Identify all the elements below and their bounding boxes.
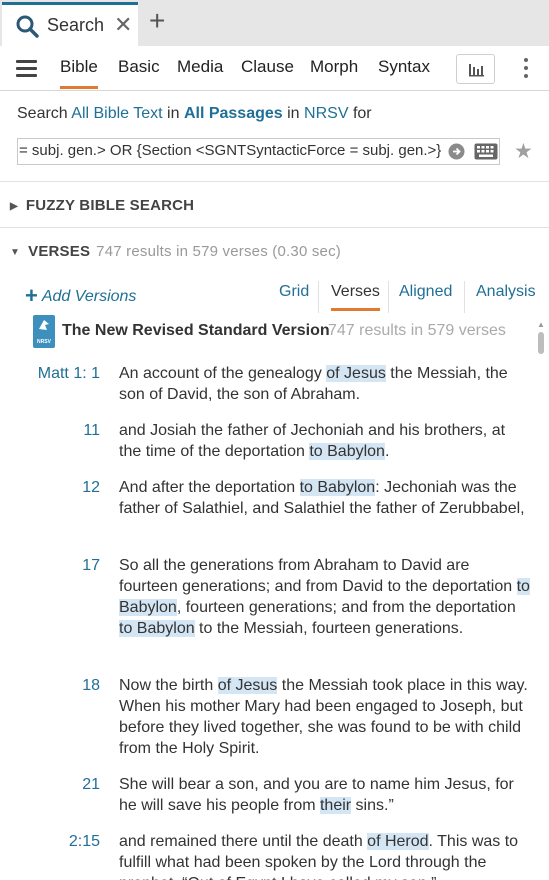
results-summary: 747 results in 579 verses (0.30 sec) [96,243,341,260]
search-hit[interactable]: to Babylon [309,443,385,460]
tab-verses[interactable]: Verses [331,283,380,311]
tab-strip: Search ✕ + [0,0,549,46]
verse-reference[interactable]: 11 [30,420,100,441]
tab-separator [388,281,389,313]
scope-link[interactable]: All Bible Text [71,105,162,122]
verse-text[interactable]: So all the generations from Abraham to D… [119,555,531,639]
tab-search[interactable]: Search ✕ [2,2,138,46]
more-options-icon[interactable] [524,58,530,80]
search-icon [16,15,39,38]
star-icon[interactable]: ★ [514,139,533,164]
search-hit[interactable]: to Babylon [119,620,195,637]
chart-button[interactable] [456,54,495,84]
verse-text-segment: An account of the genealogy [119,365,327,382]
section-label: FUZZY BIBLE SEARCH [25,197,195,214]
search-hit[interactable]: of Jesus [217,677,278,694]
verse-text-segment: Now the birth [119,677,218,694]
verse-text[interactable]: Now the birth of Jesus the Messiah took … [119,675,531,759]
fuzzy-bible-search-header[interactable]: ▶ FUZZY BIBLE SEARCH [10,197,194,214]
close-icon[interactable]: ✕ [114,12,132,38]
verse-text-segment: to the Messiah, fourteen generations. [194,620,464,637]
scroll-up-icon[interactable]: ▲ [537,320,545,329]
nrsv-logo[interactable]: NRSV [33,315,55,348]
tab-aligned[interactable]: Aligned [399,283,452,301]
tab-separator [464,281,465,313]
add-versions-link[interactable]: + Add Versions [25,283,136,309]
in-label: in [167,105,180,122]
query-text[interactable]: = subj. gen.> OR {Section <SGNTSyntactic… [19,142,445,159]
section-label: VERSES [28,243,91,260]
verse-text-segment: So all the generations from Abraham to D… [119,557,517,595]
divider [0,181,549,182]
tab-separator [318,281,319,313]
collapse-arrow-icon: ▼ [10,246,21,258]
add-versions-label: Add Versions [41,288,137,305]
tab-clause[interactable]: Clause [241,57,294,77]
keyboard-icon[interactable] [474,143,498,160]
bar-chart-icon [469,64,484,77]
search-hit[interactable]: of Jesus [326,365,386,382]
verse-text[interactable]: She will bear a son, and you are to name… [119,774,531,816]
tab-label: Search [47,15,105,35]
nrsv-badge-text: NRSV [37,339,51,345]
verse-text-segment: , fourteen generations; and from the dep… [176,599,516,616]
verse-text-segment: And after the deportation [119,479,300,496]
search-description: Search All Bible Text in All Passages in… [17,105,372,123]
version-link[interactable]: NRSV [304,105,348,122]
search-input[interactable]: = subj. gen.> OR {Section <SGNTSyntactic… [17,138,500,165]
scrollbar-thumb[interactable] [538,332,544,354]
verse-text-segment: . [384,443,390,460]
plus-icon: + [25,283,38,308]
verse-text-segment: She will bear a son, and you are to name… [119,776,514,814]
verse-text[interactable]: and remained there until the death of He… [119,831,531,880]
add-tab-icon[interactable]: + [149,5,165,37]
tab-morph[interactable]: Morph [310,57,358,77]
verse-text[interactable]: And after the deportation to Babylon: Je… [119,477,531,519]
verses-section-header[interactable]: ▼ VERSES 747 results in 579 verses (0.30 s… [10,243,341,260]
verse-text-segment: sins.” [351,797,394,814]
expand-arrow-icon: ▶ [10,200,18,212]
verse-text[interactable]: An account of the genealogy of Jesus the… [119,363,531,405]
tab-syntax[interactable]: Syntax [378,57,430,77]
search-hit[interactable]: of Herod [367,833,429,850]
search-hit[interactable]: to Babylon [299,479,376,496]
passages-link[interactable]: All Passages [184,105,283,122]
verse-text-segment: and remained there until the death [119,833,368,850]
verse-reference[interactable]: 18 [30,675,100,696]
version-results: 747 results in 579 verses [328,322,506,339]
verse-reference[interactable]: 12 [30,477,100,498]
in-label: in [287,105,300,122]
for-label: for [352,105,372,122]
verse-text[interactable]: and Josiah the father of Jechoniah and h… [119,420,531,462]
tab-basic[interactable]: Basic [118,57,160,77]
go-arrow-icon[interactable] [448,143,465,160]
menu-icon[interactable] [16,60,37,77]
search-toolbar: Bible Basic Media Clause Morph Syntax [0,46,549,91]
verse-reference[interactable]: 21 [30,774,100,795]
verse-reference[interactable]: 17 [30,555,100,576]
tab-grid[interactable]: Grid [279,283,309,301]
tab-analysis[interactable]: Analysis [476,283,536,301]
version-title: The New Revised Standard Version [62,322,330,339]
divider [0,227,549,228]
search-hit[interactable]: their [319,797,352,814]
verse-reference[interactable]: Matt 1: 1 [30,363,100,384]
tab-bible[interactable]: Bible [60,57,98,89]
bird-icon [39,320,49,330]
verse-reference[interactable]: 2:15 [30,831,100,852]
tab-media[interactable]: Media [177,57,223,77]
search-prefix: Search [17,105,68,122]
